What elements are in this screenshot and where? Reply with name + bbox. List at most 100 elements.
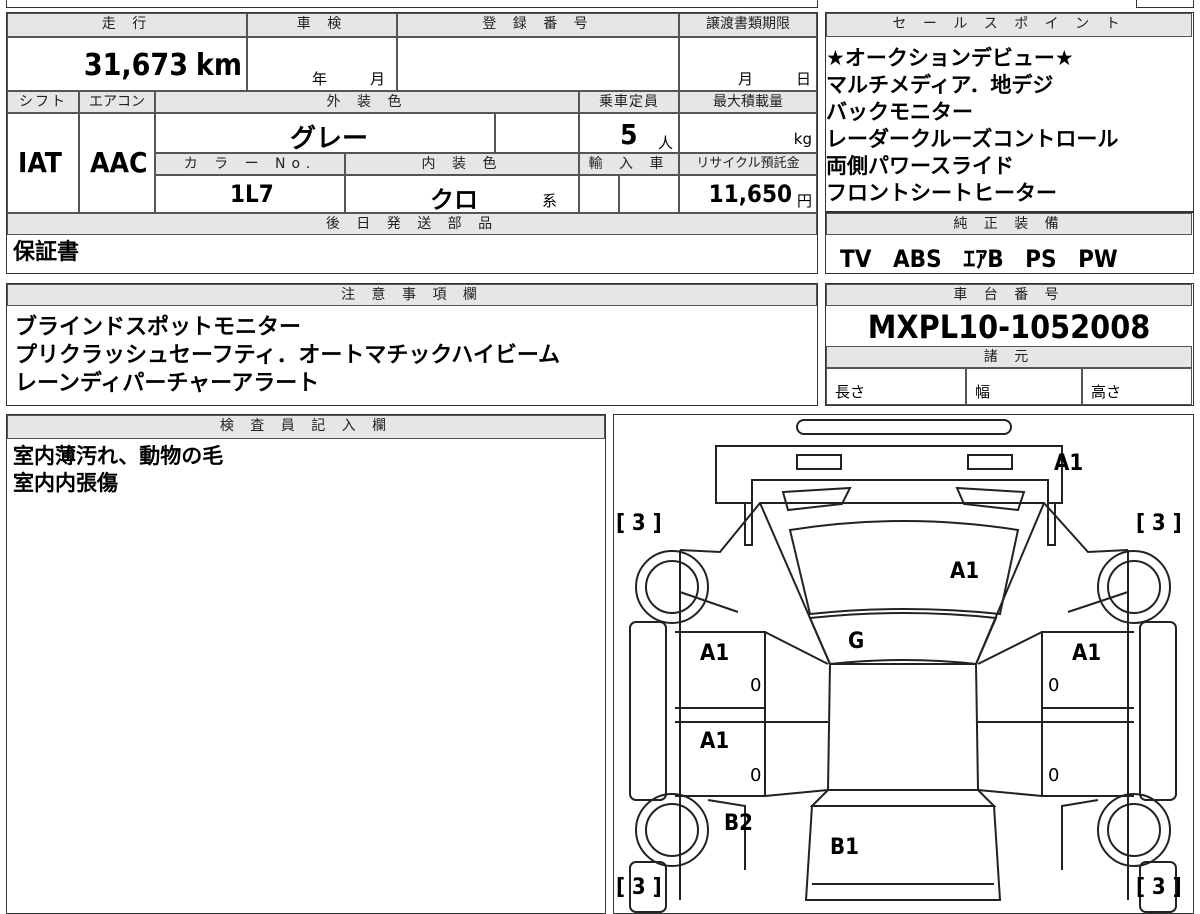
header-registration: 登 録 番 号 bbox=[397, 13, 679, 37]
sales-point-line: バックモニター bbox=[826, 100, 973, 124]
sales-point-line: レーダークルーズコントロール bbox=[826, 127, 1119, 151]
mark-front-bumper: A1 bbox=[1054, 451, 1084, 476]
chassis-box: 車 台 番 号 MXPL10-1052008 諸 元 長さ 幅 高さ bbox=[825, 283, 1194, 406]
door-zero: 0 bbox=[1048, 675, 1060, 696]
mileage-cell: 31,673 km bbox=[7, 37, 247, 91]
max-load-cell: kg bbox=[679, 113, 817, 153]
deadline-month-label: 月 bbox=[738, 70, 754, 88]
shaken-year-label: 年 bbox=[312, 70, 328, 88]
header-color-no: カ ラ ー No. bbox=[155, 153, 345, 175]
mark-hood: A1 bbox=[950, 559, 980, 584]
note-line: レーンディパーチャーアラート bbox=[15, 371, 320, 396]
recycle-cell: 11,650 円 bbox=[679, 175, 817, 213]
tire-score-front-left: [ 3 ] bbox=[616, 511, 662, 536]
equipment-item: PW bbox=[1078, 245, 1118, 273]
notes-box: 注 意 事 項 欄 ブラインドスポットモニター プリクラッシュセーフティ．オート… bbox=[6, 283, 818, 406]
header-recycle: リサイクル預託金 bbox=[679, 153, 817, 175]
equipment-item: ABS bbox=[892, 245, 942, 273]
header-import: 輸 入 車 bbox=[579, 153, 679, 175]
deadline-day-label: 日 bbox=[796, 70, 812, 88]
header-specs: 諸 元 bbox=[826, 346, 1192, 368]
sales-point-line: フロントシートヒーター bbox=[826, 181, 1057, 205]
capacity-unit: 人 bbox=[658, 134, 674, 152]
import-cell-a bbox=[579, 175, 619, 213]
sales-point-line: ★オークションデビュー★ bbox=[826, 46, 1074, 70]
capacity-cell: 5 人 bbox=[579, 113, 679, 153]
sales-points-box: セ ー ル ス ポ イ ン ト ★オークションデビュー★ マルチメディア．地デジ… bbox=[825, 12, 1194, 212]
chassis-number: MXPL10-1052008 bbox=[867, 308, 1151, 346]
equipment-item: PS bbox=[1025, 245, 1057, 273]
import-cell-b bbox=[619, 175, 679, 213]
capacity-value: 5 bbox=[620, 118, 638, 151]
recycle-value: 11,650 bbox=[708, 180, 792, 208]
note-line: ブラインドスポットモニター bbox=[15, 315, 302, 340]
equipment-list: TV ABS ｴｱB PS PW bbox=[840, 239, 1118, 274]
spec-height-cell: 高さ bbox=[1082, 368, 1192, 405]
header-notes: 注 意 事 項 欄 bbox=[7, 284, 817, 306]
load-unit: kg bbox=[793, 130, 812, 148]
spec-width-label: 幅 bbox=[975, 383, 991, 401]
mileage-value: 31,673 bbox=[83, 48, 188, 83]
int-color-suffix: 系 bbox=[542, 192, 558, 210]
spec-length-label: 長さ bbox=[835, 383, 866, 401]
spec-height-label: 高さ bbox=[1091, 383, 1122, 401]
color-no-value: 1L7 bbox=[230, 180, 274, 208]
tire-score-rear-left: [ 3 ] bbox=[616, 875, 662, 900]
deadline-cell: 月 日 bbox=[679, 37, 817, 91]
header-max-load: 最大積載量 bbox=[679, 91, 817, 113]
mileage-unit: km bbox=[195, 48, 242, 83]
car-diagram-box: [ 3 ] [ 3 ] [ 3 ] [ 3 ] A1 A1 G A1 A1 A1… bbox=[613, 414, 1194, 914]
door-zero: 0 bbox=[750, 765, 762, 786]
inspector-line: 室内内張傷 bbox=[13, 471, 118, 495]
header-chassis: 車 台 番 号 bbox=[826, 284, 1192, 306]
later-parts-value: 保証書 bbox=[13, 240, 80, 265]
sales-point-line: マルチメディア．地デジ bbox=[826, 73, 1054, 97]
door-zero: 0 bbox=[750, 675, 762, 696]
mark-back-door: B1 bbox=[830, 835, 859, 860]
mark-front-right-door: A1 bbox=[1072, 641, 1102, 666]
header-inspector: 検 査 員 記 入 欄 bbox=[7, 415, 605, 439]
equipment-item: TV bbox=[840, 245, 872, 273]
mark-windshield: G bbox=[848, 629, 865, 654]
header-mileage: 走 行 bbox=[7, 13, 247, 37]
shaken-month-label: 月 bbox=[370, 70, 386, 88]
mark-front-left-door: A1 bbox=[700, 641, 730, 666]
header-doc-deadline: 譲渡書類期限 bbox=[679, 13, 817, 37]
note-line: プリクラッシュセーフティ．オートマチックハイビーム bbox=[15, 343, 561, 368]
mark-rear-left-quarter: B2 bbox=[724, 811, 753, 836]
ext-color-cell: グレー bbox=[155, 113, 495, 154]
door-zero: 0 bbox=[1048, 765, 1060, 786]
inspector-box: 検 査 員 記 入 欄 室内薄汚れ、動物の毛 室内内張傷 bbox=[6, 414, 606, 914]
header-capacity: 乗車定員 bbox=[579, 91, 679, 113]
recycle-unit: 円 bbox=[796, 192, 812, 210]
header-sales-points: セ ー ル ス ポ イ ン ト bbox=[826, 13, 1192, 37]
vehicle-info-table: 走 行 車 検 登 録 番 号 譲渡書類期限 31,673 km 年 月 月 日… bbox=[6, 12, 818, 274]
header-int-color: 内 装 色 bbox=[345, 153, 579, 175]
shift-cell: IAT bbox=[7, 113, 79, 213]
ac-value: AAC bbox=[90, 146, 148, 179]
tire-score-rear-right: [ 3 ] bbox=[1136, 875, 1182, 900]
int-color-cell: クロ 系 bbox=[345, 175, 579, 214]
spec-length-cell: 長さ bbox=[826, 368, 966, 405]
header-standard-equipment: 純 正 装 備 bbox=[826, 213, 1192, 235]
top-strip bbox=[6, 0, 818, 8]
registration-cell bbox=[397, 37, 679, 91]
standard-equipment-box: 純 正 装 備 TV ABS ｴｱB PS PW bbox=[825, 212, 1194, 274]
header-ext-color: 外 装 色 bbox=[155, 91, 579, 113]
sales-point-line: 両側パワースライド bbox=[826, 154, 1014, 178]
spec-width-cell: 幅 bbox=[966, 368, 1082, 405]
equipment-item: ｴｱB bbox=[963, 245, 1004, 273]
shift-value: IAT bbox=[18, 146, 62, 179]
ac-cell: AAC bbox=[79, 113, 155, 213]
header-shaken: 車 検 bbox=[247, 13, 397, 37]
ext-color-value: グレー bbox=[290, 124, 369, 154]
top-strip-right bbox=[1136, 0, 1194, 8]
header-later-parts: 後 日 発 送 部 品 bbox=[7, 213, 817, 235]
ext-color-extra-cell bbox=[495, 113, 579, 153]
color-no-cell: 1L7 bbox=[155, 175, 345, 213]
int-color-value: クロ bbox=[430, 186, 478, 214]
tire-score-front-right: [ 3 ] bbox=[1136, 511, 1182, 536]
inspector-line: 室内薄汚れ、動物の毛 bbox=[13, 444, 224, 468]
shaken-cell: 年 月 bbox=[247, 37, 397, 91]
header-ac: エアコン bbox=[79, 91, 155, 113]
